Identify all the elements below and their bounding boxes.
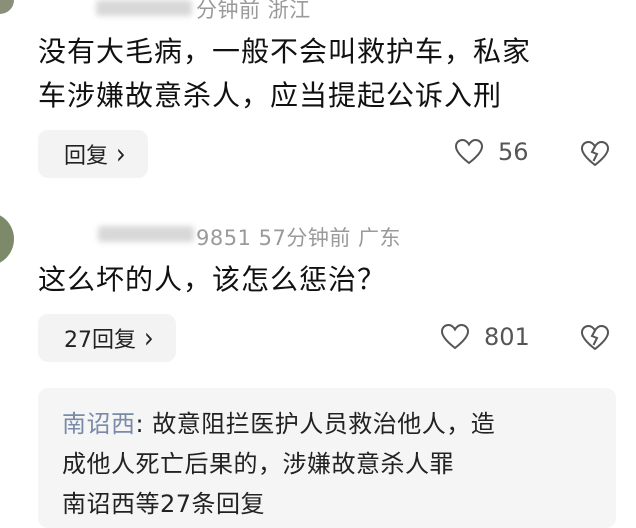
avatar[interactable] xyxy=(0,212,14,266)
reply-button-label: 27回复 xyxy=(64,328,136,353)
reply-button[interactable]: 回复 › xyxy=(38,130,148,178)
comment-line: 车涉嫌故意杀人，应当提起公诉入刑 xyxy=(38,79,503,112)
username-blurred[interactable] xyxy=(98,226,194,242)
comment-line: 没有大毛病，一般不会叫救护车，私家 xyxy=(38,35,532,68)
meta-text: 9851 57分钟前 广东 xyxy=(196,226,402,250)
avatar[interactable] xyxy=(0,0,14,14)
sub-reply-panel[interactable]: 南诏西: 故意阻拦医护人员救治他人，造 成他人死亡后果的，涉嫌故意杀人罪 南诏西… xyxy=(38,388,616,528)
comment-meta: 9851 57分钟前 广东 xyxy=(196,222,401,252)
heart-outline-icon xyxy=(454,138,484,165)
chevron-right-icon: › xyxy=(116,137,126,171)
heart-outline-icon xyxy=(440,323,470,350)
reply-button[interactable]: 27回复 › xyxy=(38,314,176,362)
like-count: 801 xyxy=(484,323,530,351)
sub-reply-line: 南诏西: 故意阻拦医护人员救治他人，造 xyxy=(62,404,495,444)
broken-heart-icon[interactable] xyxy=(580,140,610,168)
like-button[interactable]: 801 xyxy=(440,323,530,351)
like-count: 56 xyxy=(498,138,529,166)
reply-button-label: 回复 xyxy=(64,144,109,169)
comment-line: 这么坏的人，该怎么惩治？ xyxy=(38,263,387,296)
meta-time-location: 分钟前 浙江 xyxy=(196,0,311,22)
sub-reply-author[interactable]: 南诏西 xyxy=(62,410,136,438)
sub-reply-line: 成他人死亡后果的，涉嫌故意杀人罪 xyxy=(62,450,454,478)
username-blurred[interactable] xyxy=(96,0,192,16)
comment-text: 这么坏的人，该怎么惩治？ xyxy=(38,258,386,302)
view-all-replies-link[interactable]: 南诏西等27条回复 xyxy=(62,484,265,524)
comment-meta: 分钟前 浙江 xyxy=(196,0,311,24)
like-button[interactable]: 56 xyxy=(454,138,529,166)
broken-heart-icon[interactable] xyxy=(580,324,610,352)
comment-text: 没有大毛病，一般不会叫救护车，私家 车涉嫌故意杀人，应当提起公诉入刑 xyxy=(38,30,531,118)
chevron-right-icon: › xyxy=(144,321,154,355)
sub-reply-text: : 故意阻拦医护人员救治他人，造 xyxy=(135,410,496,438)
